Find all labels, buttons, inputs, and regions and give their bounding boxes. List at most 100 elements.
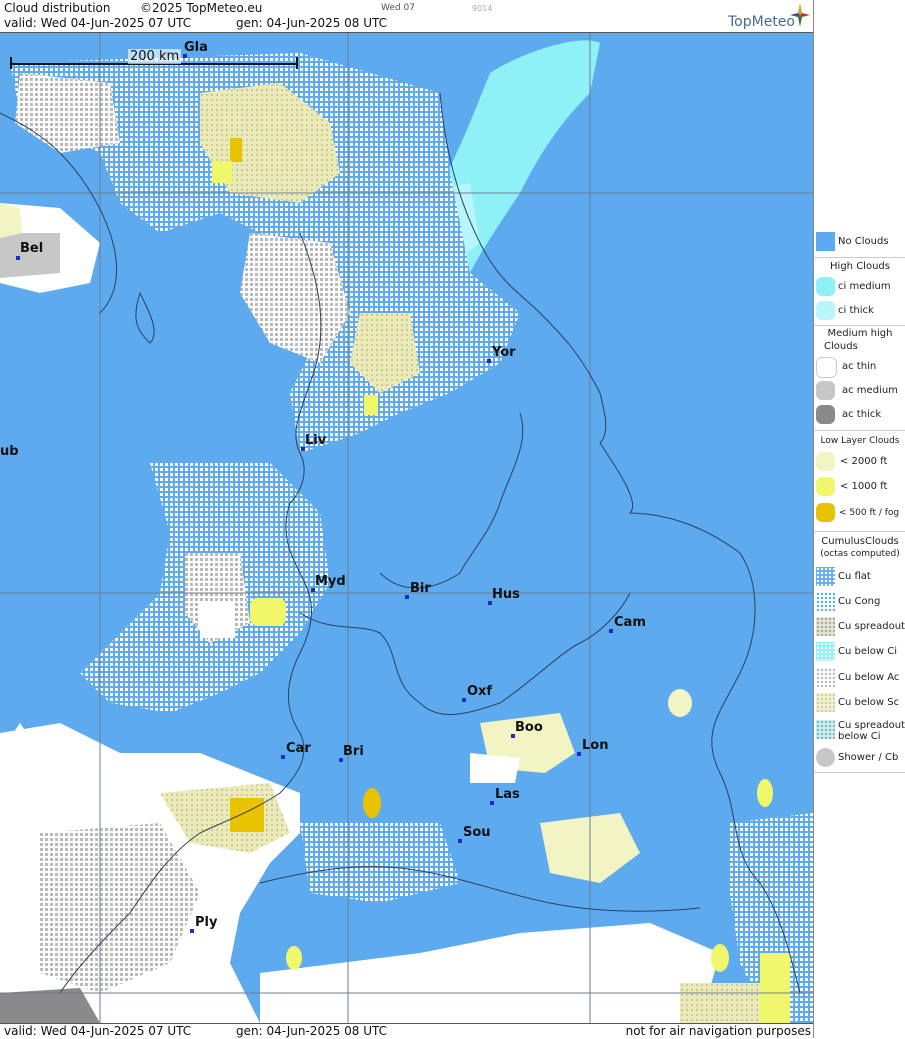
swatch-ci-medium	[816, 277, 835, 296]
city-label-boo: Boo	[515, 720, 543, 735]
city-label-cam: Cam	[614, 615, 646, 630]
legend-label: ci medium	[838, 281, 891, 292]
map-header: Cloud distribution ©2025 TopMeteo.eu Wed…	[0, 0, 813, 33]
swatch-low-500	[816, 503, 835, 522]
legend-label: Cu below Ci	[838, 646, 898, 657]
legend-cu-cong: Cu Cong	[814, 592, 905, 612]
legend-label: ac thin	[842, 361, 877, 372]
swatch-cu-cong	[816, 592, 835, 611]
city-label-hus: Hus	[492, 587, 520, 602]
city-marker[interactable]	[281, 755, 285, 759]
legend-label: Cu spreadout	[838, 720, 905, 731]
map-title: Cloud distribution	[4, 1, 111, 15]
legend-cu-below-sc: Cu below Sc	[814, 693, 905, 713]
legend-divider	[814, 531, 905, 532]
city-label-liv: Liv	[305, 433, 327, 448]
swatch-low-1000	[816, 477, 835, 496]
city-marker[interactable]	[458, 839, 462, 843]
city-marker[interactable]	[190, 929, 194, 933]
legend-divider	[814, 325, 905, 326]
city-label-car: Car	[286, 741, 311, 756]
copyright: ©2025 TopMeteo.eu	[140, 1, 263, 15]
legend-low-500: < 500 ft / fog	[814, 503, 905, 523]
legend-cu-spread: Cu spreadout	[814, 617, 905, 637]
swatch-cu-flat	[816, 567, 835, 586]
city-label-sou: Sou	[463, 825, 491, 840]
legend-label: Cu flat	[838, 571, 871, 582]
legend-label: < 1000 ft	[840, 481, 888, 492]
swatch-ac-thick	[816, 405, 835, 424]
city-marker[interactable]	[405, 595, 409, 599]
scale-bar-right-tick	[296, 57, 298, 69]
legend-label: Cu spreadout	[838, 621, 905, 632]
cloud-map-canvas	[0, 33, 813, 1023]
legend-label: < 500 ft / fog	[839, 508, 900, 518]
legend-ci-thick: ci thick	[814, 301, 905, 321]
city-label-myd: Myd	[315, 574, 346, 589]
legend-label: < 2000 ft	[840, 456, 888, 467]
city-label-ply: Ply	[195, 915, 218, 930]
legend-low-2000: < 2000 ft	[814, 452, 905, 472]
swatch-shower	[816, 748, 835, 767]
legend-label: Cu Cong	[838, 596, 881, 607]
city-label-las: Las	[495, 787, 520, 802]
legend-label: ac thick	[842, 409, 882, 420]
legend-cu-below-ci: Cu below Ci	[814, 642, 905, 662]
city-marker[interactable]	[609, 629, 613, 633]
small-code: 9014	[472, 4, 493, 13]
legend-high-heading: High Clouds	[830, 261, 890, 272]
city-marker[interactable]	[577, 752, 581, 756]
map-footer: valid: Wed 04-Jun-2025 07 UTC gen: 04-Ju…	[0, 1023, 813, 1039]
legend-cumulus-heading: CumulusClouds	[821, 536, 899, 547]
scale-bar: 200 km	[10, 49, 298, 69]
city-marker[interactable]	[487, 359, 491, 363]
legend-cu-flat: Cu flat	[814, 567, 905, 587]
swatch-cu-below-ci	[816, 642, 835, 661]
footer-gen-time: gen: 04-Jun-2025 08 UTC	[236, 1024, 388, 1038]
legend-low-heading: Low Layer Clouds	[820, 436, 900, 446]
legend-ci-medium: ci medium	[814, 277, 905, 297]
compass-star-icon	[790, 3, 810, 27]
city-marker[interactable]	[462, 698, 466, 702]
city-marker[interactable]	[490, 801, 494, 805]
legend-low-1000: < 1000 ft	[814, 477, 905, 497]
swatch-ci-thick	[816, 301, 835, 320]
swatch-low-2000	[816, 452, 835, 471]
legend-shower: Shower / Cb	[814, 748, 905, 768]
cloud-map[interactable]: 200 km Gla Bel Yor Liv ub Myd Bir Hus Ca…	[0, 33, 813, 1023]
city-marker[interactable]	[16, 256, 20, 260]
legend-divider	[814, 257, 905, 258]
scale-label: 200 km	[128, 49, 182, 64]
legend-label-2: below Ci	[838, 731, 881, 742]
city-label-ub: ub	[0, 444, 19, 459]
footer-valid-time: valid: Wed 04-Jun-2025 07 UTC	[4, 1024, 192, 1038]
city-label-bir: Bir	[410, 581, 431, 596]
legend-cu-spread-ci: Cu spreadout below Ci	[814, 718, 905, 746]
legend-label: ac medium	[842, 385, 898, 396]
day-code: Wed 07	[381, 3, 415, 13]
city-label-bri: Bri	[343, 744, 364, 759]
legend-label: Cu below Ac	[838, 672, 900, 683]
legend-ac-thin: ac thin	[814, 357, 905, 378]
legend-label: Shower / Cb	[838, 752, 899, 763]
legend-ac-medium: ac medium	[814, 381, 905, 401]
legend-cumulus-subheading: (octas computed)	[820, 549, 900, 559]
topmeteo-logo: TopMeteo	[728, 14, 795, 30]
city-label-bel: Bel	[20, 241, 44, 256]
legend-medium-heading-2: Clouds	[824, 341, 858, 352]
city-label-oxf: Oxf	[467, 684, 493, 699]
swatch-cu-below-sc	[816, 693, 835, 712]
legend-ac-thick: ac thick	[814, 405, 905, 425]
swatch-cu-spread	[816, 617, 835, 636]
city-label-gla: Gla	[184, 40, 208, 55]
city-label-yor: Yor	[492, 345, 516, 360]
legend-no-clouds: No Clouds	[814, 232, 905, 254]
gen-time: gen: 04-Jun-2025 08 UTC	[236, 16, 388, 30]
legend-label: ci thick	[838, 305, 874, 316]
legend-panel: No Clouds High Clouds ci medium ci thick…	[813, 0, 905, 1038]
legend-divider	[814, 430, 905, 431]
legend-label: Cu below Sc	[838, 697, 900, 708]
legend-medium-heading: Medium high	[827, 328, 893, 339]
legend-cu-below-ac: Cu below Ac	[814, 668, 905, 688]
disclaimer: not for air navigation purposes	[625, 1024, 811, 1038]
